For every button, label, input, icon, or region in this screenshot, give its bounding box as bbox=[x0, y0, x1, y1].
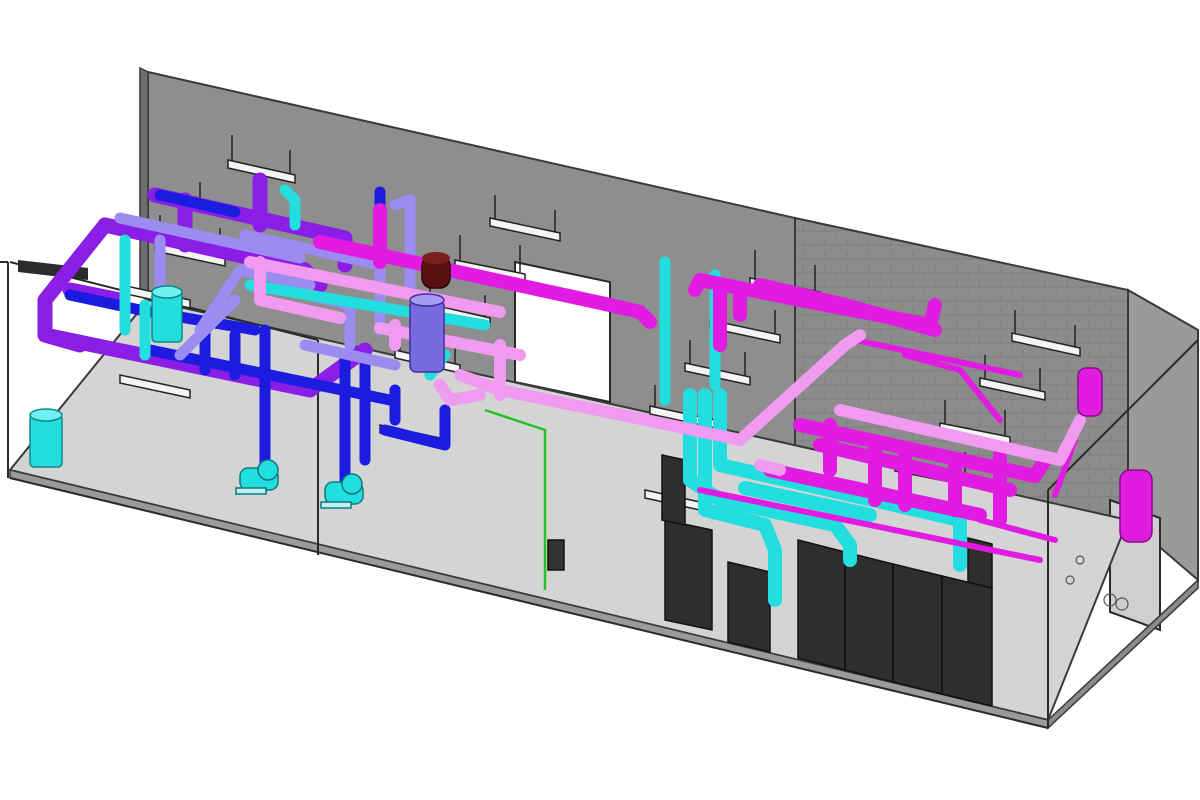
expansion-tank bbox=[421, 252, 451, 289]
mechanical-room-render bbox=[0, 66, 1199, 730]
model-viewport bbox=[0, 0, 1200, 800]
end-wall-left bbox=[139, 66, 149, 302]
violet-tank bbox=[409, 293, 445, 373]
cyan-tank-left bbox=[29, 408, 63, 468]
cyan-tank-mid bbox=[151, 285, 183, 343]
